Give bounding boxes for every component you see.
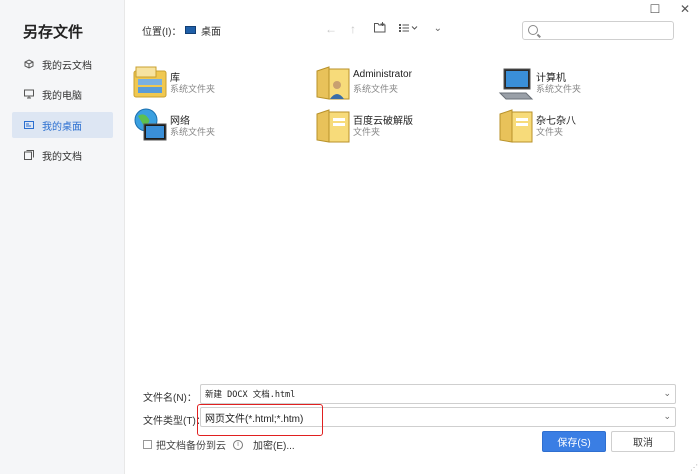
file-type: 系统文件夹: [353, 84, 399, 94]
backup-label: 把文档备份到云: [156, 441, 226, 452]
backup-checkbox-row[interactable]: 把文档备份到云 i: [143, 437, 243, 452]
search-input[interactable]: [522, 21, 674, 40]
search-icon: [528, 25, 538, 35]
highlight-box: [197, 404, 323, 436]
folder-icon: [496, 106, 536, 146]
sidebar-item-label: 我的云文档: [42, 60, 92, 72]
file-item-misc[interactable]: 杂七杂八 文件夹: [496, 106, 666, 146]
location-label: 位置(I)：: [142, 27, 182, 38]
library-icon: [130, 63, 170, 103]
desktop-icon: [24, 120, 34, 130]
chevron-down-icon: ⌄: [433, 23, 442, 34]
file-item-network[interactable]: 网络 系统文件夹: [130, 106, 300, 146]
documents-icon: [24, 150, 34, 160]
filename-value: 新建 DOCX 文档.html: [205, 390, 296, 400]
sidebar-item-label: 我的桌面: [42, 121, 82, 133]
sidebar-item-cloud-docs[interactable]: 我的云文档: [12, 51, 113, 77]
chevron-down-icon[interactable]: ⌄: [663, 388, 671, 399]
dialog-title: 另存文件: [23, 24, 84, 41]
computer-icon: [24, 89, 34, 99]
file-type: 系统文件夹: [170, 127, 216, 137]
encrypt-link[interactable]: 加密(E)...: [253, 437, 295, 452]
location-value: 桌面: [201, 26, 221, 38]
window-controls: ☐ ✕: [648, 2, 692, 16]
up-arrow-icon[interactable]: ↑: [350, 22, 356, 36]
computer-icon: [496, 63, 536, 103]
sidebar-item-label: 我的电脑: [42, 90, 82, 102]
sidebar-item-my-documents[interactable]: 我的文档: [12, 142, 113, 168]
resize-grip-icon[interactable]: ⋰: [690, 463, 698, 472]
cancel-button[interactable]: 取消: [611, 431, 675, 452]
file-type: 系统文件夹: [170, 84, 216, 94]
user-folder-icon: [313, 63, 353, 103]
cloud-doc-icon: [24, 59, 34, 69]
maximize-icon[interactable]: ☐: [648, 2, 662, 16]
file-item-administrator[interactable]: Administrator 系统文件夹: [313, 63, 483, 103]
file-type: 文件夹: [353, 127, 381, 137]
sidebar-item-my-desktop[interactable]: 我的桌面: [12, 112, 113, 138]
new-folder-icon[interactable]: [374, 22, 386, 36]
info-icon[interactable]: i: [233, 439, 243, 450]
view-list-icon[interactable]: [399, 22, 419, 36]
back-arrow-icon[interactable]: ←: [325, 22, 337, 36]
file-item-baidu-cloud[interactable]: 百度云破解版 文件夹: [313, 106, 483, 146]
chevron-down-icon[interactable]: ⌄: [663, 411, 671, 422]
filename-input[interactable]: 新建 DOCX 文档.html ⌄: [200, 384, 676, 404]
file-item-computer[interactable]: 计算机 系统文件夹: [496, 63, 666, 103]
close-icon[interactable]: ✕: [678, 2, 692, 16]
backup-checkbox[interactable]: [143, 440, 152, 449]
file-type: 文件夹: [536, 127, 564, 137]
file-name: Administrator: [353, 69, 412, 80]
desktop-icon: [185, 26, 196, 34]
filename-label: 文件名(N)：: [143, 393, 197, 404]
sidebar-item-my-computer[interactable]: 我的电脑: [12, 81, 113, 107]
toolbar: 位置(I)： 桌面 ⌄ ← ↑: [125, 18, 700, 42]
sidebar-item-label: 我的文档: [42, 151, 82, 163]
save-button[interactable]: 保存(S): [542, 431, 606, 452]
sidebar: 另存文件 我的云文档 我的电脑 我的桌面 我的文档: [0, 0, 125, 474]
file-type: 系统文件夹: [536, 84, 582, 94]
network-icon: [130, 106, 170, 146]
folder-icon: [313, 106, 353, 146]
file-item-library[interactable]: 库 系统文件夹: [130, 63, 300, 103]
